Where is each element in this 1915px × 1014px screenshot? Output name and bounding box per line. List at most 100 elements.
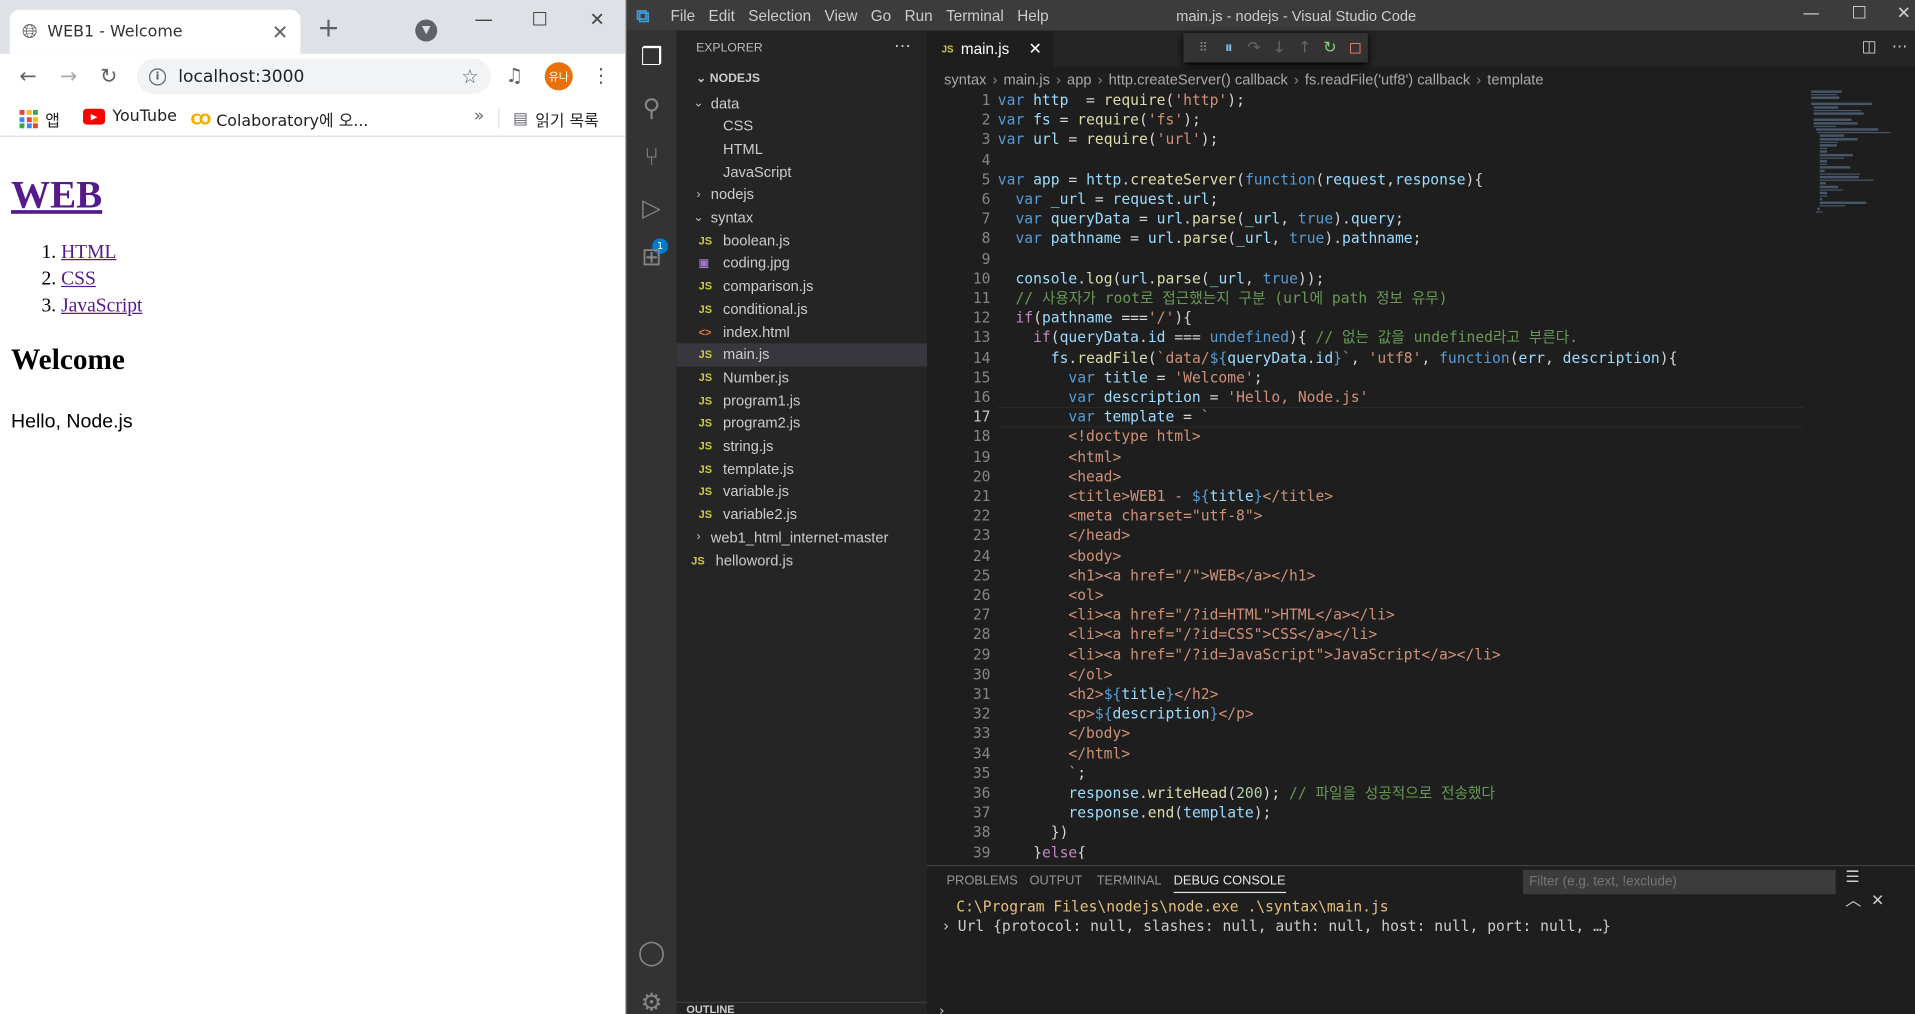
split-editor-icon[interactable]: ◫ — [1862, 38, 1877, 56]
menu-help[interactable]: Help — [1017, 7, 1048, 24]
code-editor[interactable]: 1 var http = require('http'); 2 var fs = re… — [927, 90, 1831, 859]
tree-item[interactable]: ⌄ syntax — [677, 206, 927, 229]
menu-go[interactable]: Go — [871, 7, 891, 24]
source-control-icon[interactable]: ⑂ — [636, 140, 667, 171]
breadcrumb-item[interactable]: app — [1067, 71, 1091, 88]
menu-run[interactable]: Run — [905, 7, 933, 24]
tree-item[interactable]: JS helloword.js — [677, 549, 927, 572]
pause-icon[interactable]: ⏸ — [1216, 38, 1241, 56]
minimize-icon[interactable]: — — [1803, 4, 1820, 24]
forward-icon[interactable]: → — [55, 64, 82, 91]
menu-selection[interactable]: Selection — [748, 7, 811, 24]
maximize-panel-icon[interactable]: ︿ — [1845, 892, 1871, 910]
maximize-icon[interactable]: ☐ — [1851, 4, 1866, 24]
tree-item[interactable]: › nodejs — [677, 183, 927, 206]
address-bar[interactable]: i localhost:3000 ☆ — [136, 58, 491, 95]
minimap[interactable] — [1811, 90, 1896, 237]
css-link[interactable]: CSS — [61, 269, 96, 290]
back-icon[interactable]: ← — [15, 64, 42, 91]
console-prompt-icon[interactable]: › — [939, 1003, 944, 1014]
more-actions-icon[interactable]: ⋯ — [894, 35, 911, 56]
close-window-icon[interactable]: ✕ — [583, 7, 612, 31]
breadcrumb-item[interactable]: http.createServer() callback — [1109, 71, 1288, 88]
code-line: var http = require('http'); — [998, 90, 1245, 110]
tab-problems[interactable]: PROBLEMS — [947, 874, 1018, 892]
step-out-icon[interactable]: ↑ — [1292, 38, 1317, 56]
tree-item[interactable]: ⌄ data — [677, 92, 927, 115]
tree-item[interactable]: JS Number.js — [677, 366, 927, 389]
menu-edit[interactable]: Edit — [709, 7, 735, 24]
menu-file[interactable]: File — [670, 7, 695, 24]
gear-icon[interactable]: ⚙ — [636, 986, 667, 1014]
bookmark-apps[interactable]: 앱 — [19, 108, 60, 131]
profile-avatar[interactable]: 유나 — [544, 62, 573, 91]
breadcrumb-item[interactable]: template — [1487, 71, 1543, 88]
tab-output[interactable]: OUTPUT — [1030, 874, 1083, 892]
tree-item[interactable]: JS template.js — [677, 457, 927, 480]
new-tab-icon[interactable]: + — [315, 13, 342, 44]
tree-item[interactable]: JavaScript — [677, 160, 927, 183]
bookmarks-more-icon[interactable]: » — [474, 106, 484, 126]
search-icon[interactable]: ⚲ — [636, 92, 667, 123]
javascript-link[interactable]: JavaScript — [61, 296, 142, 317]
close-window-icon[interactable]: ✕ — [1897, 4, 1911, 24]
site-info-icon[interactable]: i — [148, 67, 167, 85]
bookmark-colab[interactable]: CO Colaboratory에 오... — [191, 108, 369, 131]
reading-list-button[interactable]: ▤ 읽기 목록 — [513, 108, 599, 131]
tree-item[interactable]: JS boolean.js — [677, 229, 927, 252]
tree-item[interactable]: JS variable2.js — [677, 503, 927, 526]
tree-item[interactable]: JS comparison.js — [677, 274, 927, 297]
drag-handle-icon[interactable]: ⠿ — [1191, 41, 1216, 54]
clear-console-icon[interactable]: ☰ — [1845, 869, 1869, 887]
reload-icon[interactable]: ↻ — [95, 64, 122, 91]
html-link[interactable]: HTML — [61, 242, 116, 263]
chevron-right-icon[interactable]: › — [942, 917, 951, 934]
step-into-icon[interactable]: ↓ — [1267, 38, 1292, 56]
bookmark-youtube[interactable]: ▶ YouTube — [83, 108, 177, 126]
tab-search-icon[interactable]: ▼ — [415, 19, 438, 42]
web-home-link[interactable]: WEB — [11, 172, 102, 216]
minimize-icon[interactable]: — — [469, 7, 498, 31]
step-over-icon[interactable]: ↷ — [1241, 38, 1266, 56]
run-debug-icon[interactable]: ▷ — [636, 192, 667, 223]
tree-item[interactable]: › web1_html_internet-master — [677, 526, 927, 549]
close-tab-icon[interactable]: ✕ — [1028, 39, 1041, 59]
breadcrumb-item[interactable]: fs.readFile('utf8') callback — [1305, 71, 1470, 88]
more-actions-icon[interactable]: ⋯ — [1892, 38, 1908, 56]
tree-item[interactable]: JS conditional.js — [677, 297, 927, 320]
breadcrumb-item[interactable]: main.js — [1004, 71, 1050, 88]
browser-tab[interactable]: 🌐︎ WEB1 - Welcome ✕ — [9, 9, 301, 54]
tree-item[interactable]: <> index.html — [677, 320, 927, 343]
workspace-folder[interactable]: ⌄ NODEJS — [677, 68, 927, 90]
tab-terminal[interactable]: TERMINAL — [1097, 874, 1162, 892]
tree-item[interactable]: JS variable.js — [677, 480, 927, 503]
bookmark-star-icon[interactable]: ☆ — [461, 65, 479, 88]
tab-debug-console[interactable]: DEBUG CONSOLE — [1173, 874, 1286, 894]
close-panel-icon[interactable]: ✕ — [1871, 892, 1894, 910]
breadcrumb-item[interactable]: syntax — [944, 71, 986, 88]
tree-item[interactable]: CSS — [677, 114, 927, 137]
extensions-icon[interactable]: ⊞ — [636, 241, 667, 272]
menu-terminal[interactable]: Terminal — [946, 7, 1004, 24]
chrome-menu-icon[interactable]: ⋮ — [591, 64, 611, 87]
restart-icon[interactable]: ↻ — [1317, 38, 1342, 56]
maximize-icon[interactable]: ☐ — [525, 7, 554, 31]
editor-tab-main-js[interactable]: JS main.js ✕ — [926, 30, 1054, 68]
close-tab-icon[interactable]: ✕ — [272, 20, 288, 43]
tree-item[interactable]: JS program1.js — [677, 389, 927, 412]
tree-item[interactable]: HTML — [677, 137, 927, 160]
media-control-icon[interactable]: ♫ — [506, 64, 524, 87]
code-token: end — [1147, 804, 1175, 822]
console-line[interactable]: › Url {protocol: null, slashes: null, aut… — [942, 917, 1611, 934]
tree-item[interactable]: ▣ coding.jpg — [677, 252, 927, 275]
tree-item[interactable]: JS string.js — [677, 434, 927, 457]
debug-filter-input[interactable] — [1522, 869, 1836, 895]
tree-item[interactable]: JS program2.js — [677, 411, 927, 434]
stop-icon[interactable]: ◻ — [1343, 38, 1368, 56]
account-icon[interactable]: ◯ — [636, 936, 667, 967]
code-token: ( — [1139, 111, 1148, 129]
outline-section[interactable]: OUTLINE — [676, 1001, 927, 1014]
menu-view[interactable]: View — [825, 7, 858, 24]
explorer-icon[interactable]: ❐ — [636, 40, 667, 71]
tree-item[interactable]: JS main.js — [676, 342, 927, 367]
